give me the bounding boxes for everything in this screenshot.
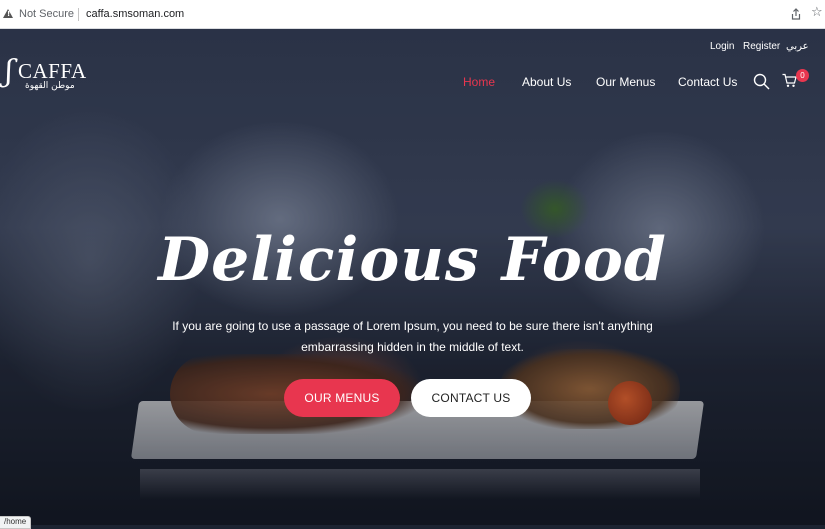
cart-icon[interactable]	[782, 73, 797, 88]
nav-our-menus[interactable]: Our Menus	[596, 75, 655, 89]
star-icon[interactable]: ☆	[811, 5, 823, 20]
register-link[interactable]: Register	[743, 41, 780, 52]
url-field[interactable]: caffa.smsoman.com	[86, 8, 184, 20]
warning-mark: !	[7, 10, 11, 18]
hero-subtitle-line-1: If you are going to use a passage of Lor…	[172, 319, 653, 333]
share-icon[interactable]	[790, 8, 802, 20]
hero-subtitle: If you are going to use a passage of Lor…	[150, 316, 675, 358]
nav-contact-us[interactable]: Contact Us	[678, 75, 737, 89]
logo-swirl-icon: ʃ	[5, 54, 14, 89]
language-link[interactable]: عربي	[786, 41, 809, 52]
address-separator	[78, 8, 79, 21]
logo-arabic-text: موطن القهوة	[25, 81, 75, 91]
status-bar-url: /home	[0, 516, 32, 529]
hero-section: ʃ CAFFA موطن القهوة Login Register عربي …	[0, 29, 825, 525]
logo-text: CAFFA	[18, 59, 87, 83]
login-link[interactable]: Login	[710, 41, 734, 52]
contact-us-button[interactable]: CONTACT US	[411, 379, 531, 417]
our-menus-button[interactable]: OUR MENUS	[284, 379, 400, 417]
search-icon[interactable]	[753, 73, 770, 90]
nav-about-us[interactable]: About Us	[522, 75, 571, 89]
browser-address-bar: ! Not Secure caffa.smsoman.com ☆	[0, 0, 825, 29]
hero-title: Delicious Food	[158, 225, 667, 295]
cart-count-badge: 0	[796, 69, 809, 82]
nav-home[interactable]: Home	[463, 75, 495, 89]
hero-subtitle-line-2: embarrassing hidden in the middle of tex…	[301, 340, 524, 354]
security-indicator[interactable]: Not Secure	[19, 8, 74, 20]
